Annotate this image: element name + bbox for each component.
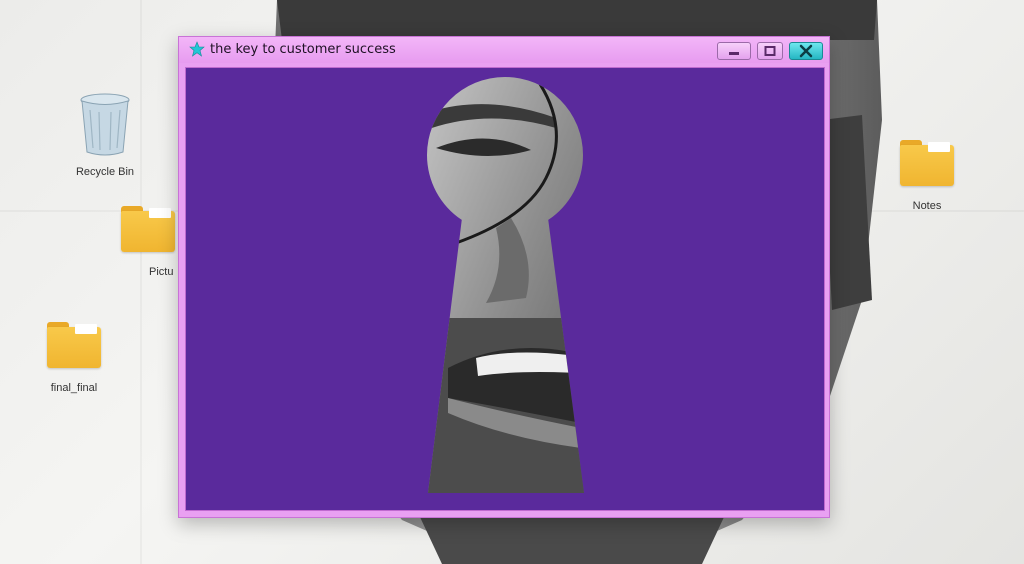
desktop-icon-final-final[interactable]: final_final <box>29 322 119 394</box>
desktop: Recycle Bin Pictu final_final Notes the … <box>0 0 1024 564</box>
minimize-icon <box>729 52 739 55</box>
star-icon <box>189 41 205 57</box>
paper-crease <box>140 0 142 564</box>
window-title: the key to customer success <box>210 42 396 57</box>
close-icon <box>799 44 813 58</box>
maximize-icon <box>764 46 776 56</box>
window-titlebar[interactable]: the key to customer success <box>179 37 829 63</box>
app-window: the key to customer success <box>178 36 830 518</box>
folder-icon <box>121 206 175 252</box>
desktop-icon-notes[interactable]: Notes <box>882 140 972 212</box>
minimize-button[interactable] <box>717 42 751 60</box>
desktop-icon-label: Notes <box>912 200 942 212</box>
folder-icon <box>900 140 954 186</box>
window-content <box>185 67 825 511</box>
keyhole-image <box>427 77 584 493</box>
desktop-icon-label: Recycle Bin <box>75 166 135 178</box>
folder-icon <box>47 322 101 368</box>
recycle-bin-icon <box>80 93 130 156</box>
close-button[interactable] <box>789 42 823 60</box>
keyhole-face-photo <box>427 77 584 493</box>
desktop-icon-label: final_final <box>50 382 98 394</box>
maximize-button[interactable] <box>757 42 783 60</box>
desktop-icon-recycle-bin[interactable]: Recycle Bin <box>60 92 150 178</box>
